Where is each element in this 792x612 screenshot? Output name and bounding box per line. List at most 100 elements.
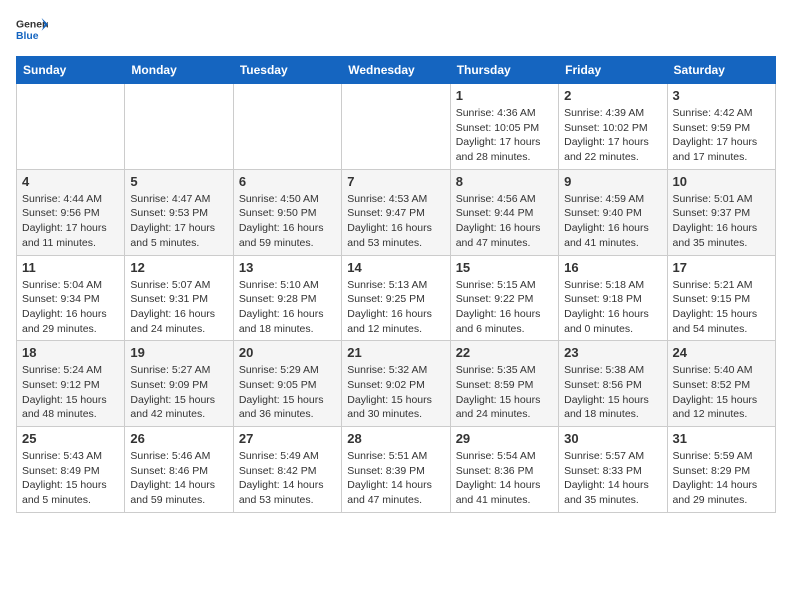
day-info: Sunrise: 5:13 AM Sunset: 9:25 PM Dayligh… <box>347 278 444 337</box>
calendar-cell: 30 Sunrise: 5:57 AM Sunset: 8:33 PM Dayli… <box>559 427 667 513</box>
calendar-cell: 31Sunrise: 5:59 AM Sunset: 8:29 PM Dayli… <box>667 427 775 513</box>
day-number: 19 <box>130 345 227 360</box>
header-day-wednesday: Wednesday <box>342 57 450 84</box>
header-day-thursday: Thursday <box>450 57 558 84</box>
calendar-cell: 1 Sunrise: 4:36 AM Sunset: 10:05 PM Dayli… <box>450 84 558 170</box>
calendar-cell: 10 Sunrise: 5:01 AM Sunset: 9:37 PM Dayli… <box>667 169 775 255</box>
day-info: Sunrise: 5:27 AM Sunset: 9:09 PM Dayligh… <box>130 363 227 422</box>
header-day-friday: Friday <box>559 57 667 84</box>
logo-icon: General Blue <box>16 16 48 44</box>
day-number: 4 <box>22 174 119 189</box>
day-number: 8 <box>456 174 553 189</box>
svg-text:Blue: Blue <box>16 31 39 42</box>
day-number: 18 <box>22 345 119 360</box>
day-info: Sunrise: 5:49 AM Sunset: 8:42 PM Dayligh… <box>239 449 336 508</box>
day-info: Sunrise: 5:51 AM Sunset: 8:39 PM Dayligh… <box>347 449 444 508</box>
day-number: 29 <box>456 431 553 446</box>
calendar-cell: 26 Sunrise: 5:46 AM Sunset: 8:46 PM Dayli… <box>125 427 233 513</box>
day-number: 15 <box>456 260 553 275</box>
calendar-cell: 13 Sunrise: 5:10 AM Sunset: 9:28 PM Dayli… <box>233 255 341 341</box>
day-number: 14 <box>347 260 444 275</box>
day-info: Sunrise: 5:29 AM Sunset: 9:05 PM Dayligh… <box>239 363 336 422</box>
day-info: Sunrise: 4:47 AM Sunset: 9:53 PM Dayligh… <box>130 192 227 251</box>
day-info: Sunrise: 4:42 AM Sunset: 9:59 PM Dayligh… <box>673 106 770 165</box>
day-info: Sunrise: 5:43 AM Sunset: 8:49 PM Dayligh… <box>22 449 119 508</box>
day-info: Sunrise: 5:59 AM Sunset: 8:29 PM Dayligh… <box>673 449 770 508</box>
day-number: 28 <box>347 431 444 446</box>
day-info: Sunrise: 5:57 AM Sunset: 8:33 PM Dayligh… <box>564 449 661 508</box>
day-number: 16 <box>564 260 661 275</box>
calendar-cell: 17 Sunrise: 5:21 AM Sunset: 9:15 PM Dayli… <box>667 255 775 341</box>
calendar-table: SundayMondayTuesdayWednesdayThursdayFrid… <box>16 56 776 513</box>
day-number: 30 <box>564 431 661 446</box>
day-info: Sunrise: 5:04 AM Sunset: 9:34 PM Dayligh… <box>22 278 119 337</box>
day-info: Sunrise: 5:15 AM Sunset: 9:22 PM Dayligh… <box>456 278 553 337</box>
page-header: General Blue <box>16 16 776 44</box>
day-info: Sunrise: 5:18 AM Sunset: 9:18 PM Dayligh… <box>564 278 661 337</box>
calendar-cell: 9 Sunrise: 4:59 AM Sunset: 9:40 PM Daylig… <box>559 169 667 255</box>
day-number: 1 <box>456 88 553 103</box>
calendar-cell: 25 Sunrise: 5:43 AM Sunset: 8:49 PM Dayli… <box>17 427 125 513</box>
calendar-week-row: 4 Sunrise: 4:44 AM Sunset: 9:56 PM Daylig… <box>17 169 776 255</box>
calendar-cell: 3 Sunrise: 4:42 AM Sunset: 9:59 PM Daylig… <box>667 84 775 170</box>
day-info: Sunrise: 5:32 AM Sunset: 9:02 PM Dayligh… <box>347 363 444 422</box>
day-info: Sunrise: 5:07 AM Sunset: 9:31 PM Dayligh… <box>130 278 227 337</box>
calendar-cell: 20 Sunrise: 5:29 AM Sunset: 9:05 PM Dayli… <box>233 341 341 427</box>
day-number: 10 <box>673 174 770 189</box>
day-info: Sunrise: 5:21 AM Sunset: 9:15 PM Dayligh… <box>673 278 770 337</box>
calendar-cell <box>17 84 125 170</box>
calendar-cell: 23Sunrise: 5:38 AM Sunset: 8:56 PM Dayli… <box>559 341 667 427</box>
calendar-cell: 24Sunrise: 5:40 AM Sunset: 8:52 PM Dayli… <box>667 341 775 427</box>
day-number: 5 <box>130 174 227 189</box>
day-number: 17 <box>673 260 770 275</box>
calendar-cell: 29 Sunrise: 5:54 AM Sunset: 8:36 PM Dayli… <box>450 427 558 513</box>
day-info: Sunrise: 5:24 AM Sunset: 9:12 PM Dayligh… <box>22 363 119 422</box>
calendar-cell: 27Sunrise: 5:49 AM Sunset: 8:42 PM Dayli… <box>233 427 341 513</box>
day-number: 13 <box>239 260 336 275</box>
calendar-header-row: SundayMondayTuesdayWednesdayThursdayFrid… <box>17 57 776 84</box>
day-info: Sunrise: 4:56 AM Sunset: 9:44 PM Dayligh… <box>456 192 553 251</box>
day-number: 25 <box>22 431 119 446</box>
calendar-cell: 21 Sunrise: 5:32 AM Sunset: 9:02 PM Dayli… <box>342 341 450 427</box>
calendar-cell: 4 Sunrise: 4:44 AM Sunset: 9:56 PM Daylig… <box>17 169 125 255</box>
day-info: Sunrise: 5:10 AM Sunset: 9:28 PM Dayligh… <box>239 278 336 337</box>
logo: General Blue <box>16 16 48 44</box>
calendar-cell: 18 Sunrise: 5:24 AM Sunset: 9:12 PM Dayli… <box>17 341 125 427</box>
day-info: Sunrise: 4:36 AM Sunset: 10:05 PM Daylig… <box>456 106 553 165</box>
day-number: 24 <box>673 345 770 360</box>
header-day-sunday: Sunday <box>17 57 125 84</box>
day-number: 6 <box>239 174 336 189</box>
calendar-week-row: 1 Sunrise: 4:36 AM Sunset: 10:05 PM Dayli… <box>17 84 776 170</box>
calendar-cell: 22Sunrise: 5:35 AM Sunset: 8:59 PM Dayli… <box>450 341 558 427</box>
day-info: Sunrise: 5:35 AM Sunset: 8:59 PM Dayligh… <box>456 363 553 422</box>
day-number: 26 <box>130 431 227 446</box>
day-number: 9 <box>564 174 661 189</box>
calendar-week-row: 11Sunrise: 5:04 AM Sunset: 9:34 PM Dayli… <box>17 255 776 341</box>
day-info: Sunrise: 5:46 AM Sunset: 8:46 PM Dayligh… <box>130 449 227 508</box>
calendar-cell: 16 Sunrise: 5:18 AM Sunset: 9:18 PM Dayli… <box>559 255 667 341</box>
day-info: Sunrise: 4:59 AM Sunset: 9:40 PM Dayligh… <box>564 192 661 251</box>
calendar-cell: 6 Sunrise: 4:50 AM Sunset: 9:50 PM Daylig… <box>233 169 341 255</box>
day-number: 21 <box>347 345 444 360</box>
day-info: Sunrise: 4:39 AM Sunset: 10:02 PM Daylig… <box>564 106 661 165</box>
calendar-cell: 2 Sunrise: 4:39 AM Sunset: 10:02 PM Dayli… <box>559 84 667 170</box>
day-number: 20 <box>239 345 336 360</box>
day-info: Sunrise: 5:54 AM Sunset: 8:36 PM Dayligh… <box>456 449 553 508</box>
calendar-cell <box>125 84 233 170</box>
calendar-cell: 14 Sunrise: 5:13 AM Sunset: 9:25 PM Dayli… <box>342 255 450 341</box>
day-info: Sunrise: 5:01 AM Sunset: 9:37 PM Dayligh… <box>673 192 770 251</box>
header-day-monday: Monday <box>125 57 233 84</box>
day-info: Sunrise: 4:44 AM Sunset: 9:56 PM Dayligh… <box>22 192 119 251</box>
day-number: 7 <box>347 174 444 189</box>
day-info: Sunrise: 4:50 AM Sunset: 9:50 PM Dayligh… <box>239 192 336 251</box>
day-number: 12 <box>130 260 227 275</box>
calendar-cell: 8 Sunrise: 4:56 AM Sunset: 9:44 PM Daylig… <box>450 169 558 255</box>
calendar-cell: 28 Sunrise: 5:51 AM Sunset: 8:39 PM Dayli… <box>342 427 450 513</box>
day-number: 3 <box>673 88 770 103</box>
calendar-cell: 5 Sunrise: 4:47 AM Sunset: 9:53 PM Daylig… <box>125 169 233 255</box>
header-day-saturday: Saturday <box>667 57 775 84</box>
calendar-week-row: 18 Sunrise: 5:24 AM Sunset: 9:12 PM Dayli… <box>17 341 776 427</box>
day-number: 23 <box>564 345 661 360</box>
day-number: 2 <box>564 88 661 103</box>
day-info: Sunrise: 4:53 AM Sunset: 9:47 PM Dayligh… <box>347 192 444 251</box>
